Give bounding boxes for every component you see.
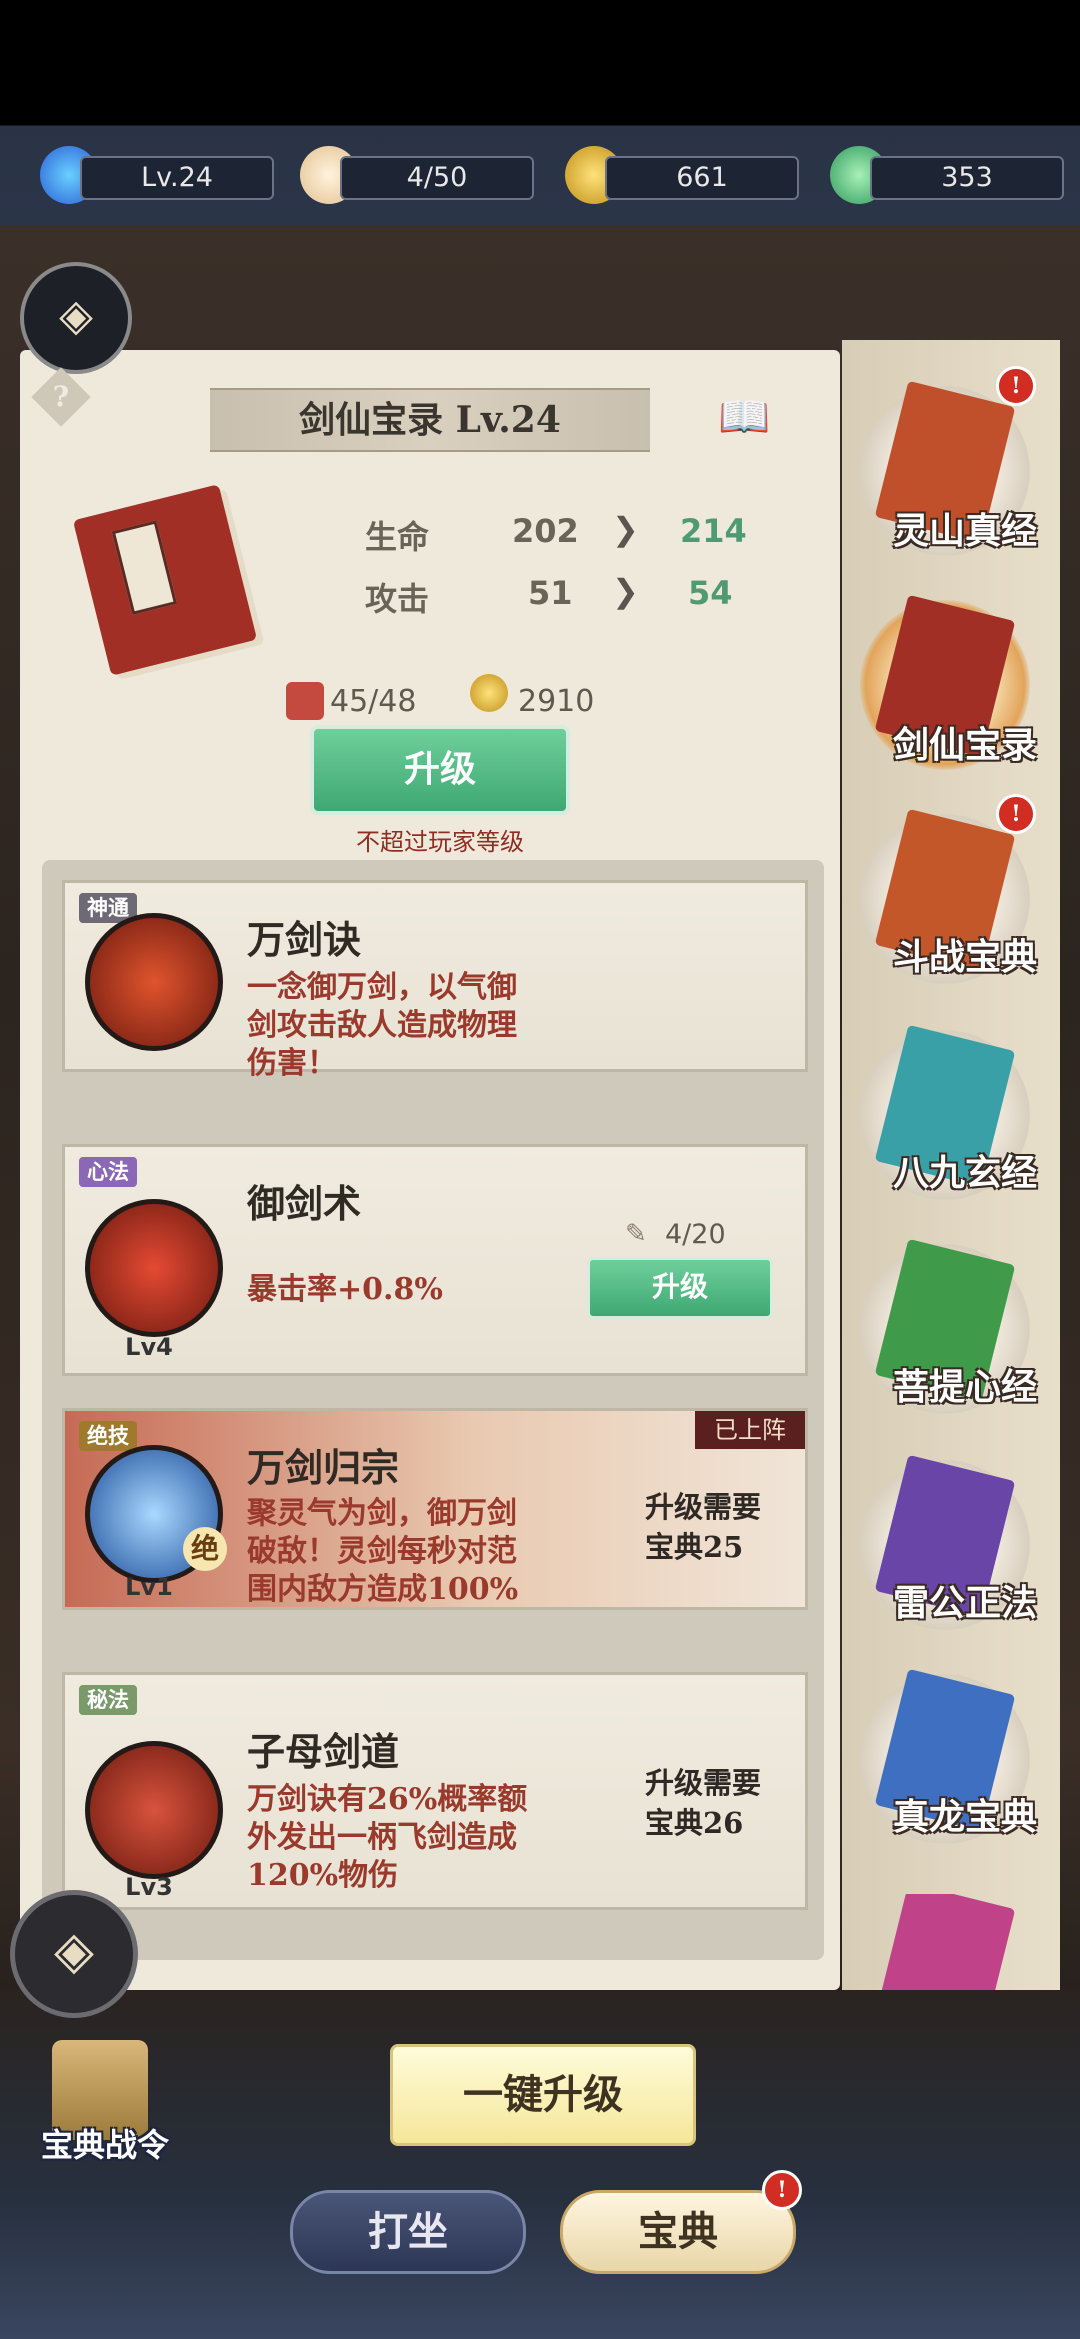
skill-level: Lv1 bbox=[125, 1573, 173, 1601]
sidebar-book-label: 雷公正法 bbox=[892, 1582, 1037, 1624]
question-icon: ? bbox=[52, 380, 70, 413]
stamina-indicator[interactable]: 4/50 bbox=[300, 146, 534, 204]
skill-upgrade-button[interactable]: 升级 bbox=[587, 1257, 773, 1319]
skill-icon-twin-swords bbox=[85, 1741, 223, 1879]
arrow-right-icon: ❯ bbox=[612, 572, 639, 610]
title-banner: 剑仙宝录 Lv.24 bbox=[210, 388, 650, 452]
skill-name: 子母剑道 bbox=[247, 1729, 400, 1774]
sidebar-book-zhenlong[interactable]: 真龙宝典 bbox=[860, 1668, 1037, 1850]
book-title: 剑仙宝录 Lv.24 bbox=[299, 399, 561, 441]
back-button[interactable]: ◈ bbox=[20, 262, 132, 374]
stat-label-atk: 攻击 bbox=[365, 580, 430, 618]
sidebar-book-label: 真龙宝典 bbox=[892, 1796, 1037, 1838]
skill-icon-blades bbox=[85, 913, 223, 1051]
emblem-icon: ◈ bbox=[54, 1921, 94, 1981]
upgrade-requirement: 升级需要 宝典26 bbox=[645, 1766, 762, 1840]
nav-book-button[interactable]: 宝典 bbox=[560, 2190, 796, 2274]
stat-hp-current: 202 bbox=[512, 512, 579, 550]
skill-tag: 秘法 bbox=[79, 1685, 137, 1715]
coin-indicator[interactable]: 661 bbox=[565, 146, 799, 204]
skill-desc: 暴击率+0.8% bbox=[247, 1272, 443, 1307]
scroll-icon: ✎ bbox=[625, 1219, 647, 1249]
stamina-value: 4/50 bbox=[340, 156, 534, 200]
sidebar-book-label: 斗战宝典 bbox=[892, 936, 1037, 978]
sidebar-book-label: 菩提心经 bbox=[892, 1366, 1037, 1408]
sidebar-book-partial[interactable] bbox=[870, 1894, 1030, 1990]
stat-atk-next: 54 bbox=[688, 574, 733, 612]
jade-value: 353 bbox=[870, 156, 1064, 200]
sidebar-book-label: 灵山真经 bbox=[892, 510, 1037, 552]
sidebar-book-bajiu[interactable]: 八九玄经 bbox=[860, 1024, 1037, 1206]
coin-icon bbox=[470, 674, 508, 712]
level-value: Lv.24 bbox=[80, 156, 274, 200]
skill-desc: 聚灵气为剑，御万剑 破敌！灵剑每秒对范 围内敌方造成100% bbox=[247, 1496, 519, 1607]
skill-name: 万剑诀 bbox=[247, 917, 362, 962]
book-pass-label: 宝典战令 bbox=[40, 2126, 169, 2164]
coin-value: 661 bbox=[605, 156, 799, 200]
alert-badge: ! bbox=[996, 366, 1036, 406]
skill-level: Lv4 bbox=[125, 1333, 173, 1361]
upgrade-requirement: 升级需要 宝典25 bbox=[645, 1490, 762, 1564]
book-guide-icon[interactable]: 📖 bbox=[718, 392, 778, 441]
book-icon bbox=[874, 1894, 1016, 1990]
skill-desc: 万剑诀有26%概率额 外发出一柄飞剑造成 120%物伤 bbox=[247, 1782, 528, 1893]
one-click-upgrade-button[interactable]: 一键升级 bbox=[390, 2044, 696, 2146]
stat-hp-next: 214 bbox=[680, 512, 747, 550]
nav-meditate-button[interactable]: 打坐 bbox=[290, 2190, 526, 2274]
sidebar-book-leigong[interactable]: 雷公正法 bbox=[860, 1454, 1037, 1636]
skill-progress: 4/20 bbox=[665, 1219, 726, 1250]
skill-name: 御剑术 bbox=[247, 1181, 362, 1226]
help-button[interactable]: ? bbox=[31, 367, 91, 427]
book-material-icon bbox=[286, 682, 324, 720]
sidebar-book-douzhan[interactable]: ! 斗战宝典 bbox=[860, 794, 1037, 990]
alert-badge: ! bbox=[996, 794, 1036, 834]
sidebar-book-puti[interactable]: 菩提心经 bbox=[860, 1238, 1037, 1420]
stat-atk-current: 51 bbox=[528, 574, 573, 612]
sidebar-book-label: 剑仙宝录 bbox=[892, 724, 1037, 766]
skill-list[interactable]: 神通 万剑诀 一念御万剑，以气御 剑攻击敌人造成物理 伤害！ 心法 Lv4 御剑… bbox=[42, 860, 824, 1960]
sidebar-book-jianxian-selected[interactable]: 剑仙宝录 bbox=[860, 594, 1037, 776]
ultimate-mark: 绝 bbox=[183, 1527, 227, 1571]
skill-card-active[interactable]: 绝技 已上阵 绝 Lv1 万剑归宗 聚灵气为剑，御万剑 破敌！灵剑每秒对范 围内… bbox=[62, 1408, 808, 1610]
coin-cost: 2910 bbox=[518, 684, 595, 719]
skill-icon-sword bbox=[85, 1199, 223, 1337]
skill-name: 万剑归宗 bbox=[247, 1445, 400, 1490]
jade-indicator[interactable]: 353 bbox=[830, 146, 1064, 204]
skill-card[interactable]: 心法 Lv4 御剑术 暴击率+0.8% ✎ 4/20 升级 bbox=[62, 1144, 808, 1376]
deployed-badge: 已上阵 bbox=[695, 1411, 805, 1449]
sidebar-book-label: 八九玄经 bbox=[892, 1152, 1037, 1194]
stat-label-hp: 生命 bbox=[365, 518, 430, 556]
skill-card[interactable]: 神通 万剑诀 一念御万剑，以气御 剑攻击敌人造成物理 伤害！ bbox=[62, 880, 808, 1081]
skill-card[interactable]: 秘法 Lv3 子母剑道 万剑诀有26%概率额 外发出一柄飞剑造成 120%物伤 … bbox=[62, 1672, 808, 1910]
nav-book-alert: ! bbox=[762, 2170, 802, 2210]
skill-tag: 绝技 bbox=[79, 1421, 137, 1451]
skill-level: Lv3 bbox=[125, 1873, 173, 1901]
skill-tag: 心法 bbox=[79, 1157, 137, 1187]
level-indicator[interactable]: Lv.24 bbox=[40, 146, 274, 204]
back-arrow-icon: ◈ bbox=[59, 290, 93, 341]
sidebar-book-lingshan[interactable]: ! 灵山真经 bbox=[860, 366, 1037, 562]
material-cost: 45/48 bbox=[330, 684, 417, 719]
arrow-right-icon: ❯ bbox=[612, 510, 639, 548]
skill-desc: 一念御万剑，以气御 剑攻击敌人造成物理 伤害！ bbox=[247, 970, 517, 1081]
level-limit-note: 不超过玩家等级 bbox=[356, 828, 524, 856]
menu-emblem-button[interactable]: ◈ bbox=[10, 1890, 138, 2018]
upgrade-book-button[interactable]: 升级 bbox=[310, 725, 570, 815]
